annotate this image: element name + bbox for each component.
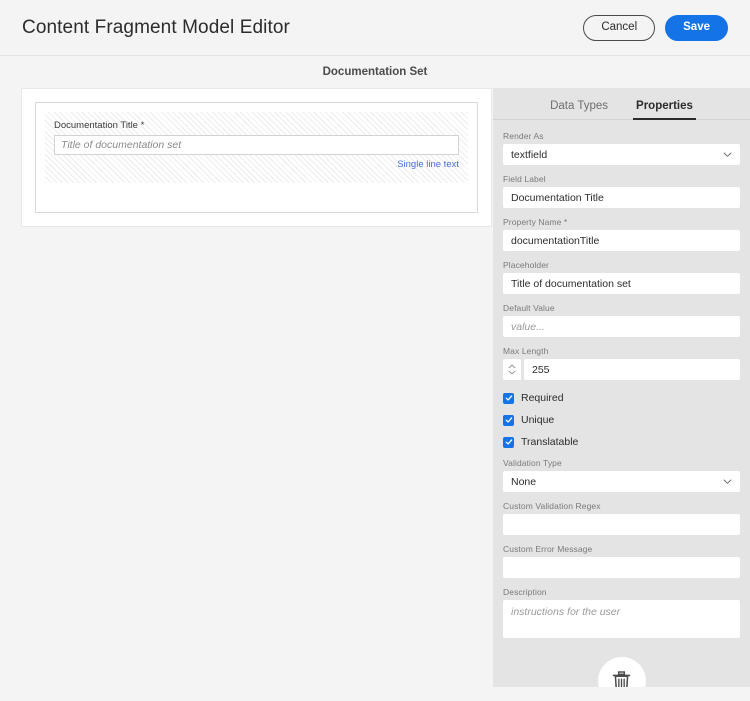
- properties-form: Render As textfield Field Label Document…: [493, 120, 750, 687]
- canvas-column: Documentation Title * Title of documenta…: [0, 88, 493, 701]
- custom-error-message-group: Custom Error Message: [503, 544, 740, 578]
- header-actions: Cancel Save: [583, 14, 728, 41]
- field-label-label: Field Label: [503, 174, 546, 184]
- delete-zone: [503, 647, 740, 687]
- render-as-label: Render As: [503, 131, 544, 141]
- save-button[interactable]: Save: [665, 14, 728, 41]
- custom-error-message-input[interactable]: [503, 557, 740, 578]
- field-drop-zone[interactable]: Documentation Title * Title of documenta…: [35, 102, 478, 213]
- checkbox-translatable-label: Translatable: [521, 436, 579, 448]
- validation-type-value: None: [511, 475, 537, 488]
- max-length-input[interactable]: 255: [524, 359, 740, 380]
- checkmark-icon[interactable]: [503, 392, 514, 404]
- custom-error-message-label: Custom Error Message: [503, 544, 593, 554]
- default-value-label: Default Value: [503, 303, 555, 313]
- render-as-group: Render As textfield: [503, 131, 740, 165]
- property-name-input[interactable]: documentationTitle: [503, 230, 740, 251]
- custom-validation-regex-input[interactable]: [503, 514, 740, 535]
- checkmark-icon[interactable]: [503, 436, 514, 448]
- validation-type-select[interactable]: None: [503, 471, 740, 492]
- max-length-label: Max Length: [503, 346, 549, 356]
- max-length-group: Max Length 255: [503, 346, 740, 380]
- checkbox-unique-label: Unique: [521, 414, 555, 426]
- checkbox-required-label: Required: [521, 392, 564, 404]
- placeholder-input[interactable]: Title of documentation set: [503, 273, 740, 294]
- chevron-down-icon[interactable]: [508, 370, 516, 375]
- custom-validation-regex-label: Custom Validation Regex: [503, 501, 601, 511]
- custom-validation-regex-group: Custom Validation Regex: [503, 501, 740, 535]
- canvas-field-type-row: Single line text: [54, 159, 459, 170]
- checkbox-required[interactable]: Required: [503, 392, 740, 404]
- render-as-select[interactable]: textfield: [503, 144, 740, 165]
- render-as-value: textfield: [511, 148, 548, 161]
- checkbox-translatable[interactable]: Translatable: [503, 436, 740, 448]
- canvas-field-input[interactable]: Title of documentation set: [54, 135, 459, 155]
- model-card: Documentation Title * Title of documenta…: [21, 88, 492, 227]
- validation-type-group: Validation Type None: [503, 458, 740, 492]
- description-group: Description instructions for the user: [503, 587, 740, 638]
- field-label-group: Field Label Documentation Title: [503, 174, 740, 208]
- page-title: Content Fragment Model Editor: [22, 16, 290, 38]
- placeholder-label: Placeholder: [503, 260, 549, 270]
- field-label-input[interactable]: Documentation Title: [503, 187, 740, 208]
- placeholder-group: Placeholder Title of documentation set: [503, 260, 740, 294]
- cancel-button[interactable]: Cancel: [583, 14, 656, 41]
- property-name-label: Property Name *: [503, 217, 568, 227]
- canvas-field-label: Documentation Title *: [54, 120, 145, 131]
- model-name: Documentation Set: [322, 66, 428, 78]
- chevron-up-icon[interactable]: [508, 364, 516, 369]
- validation-type-label: Validation Type: [503, 458, 562, 468]
- app-header: Content Fragment Model Editor Cancel Sav…: [0, 0, 750, 56]
- checkbox-unique[interactable]: Unique: [503, 414, 740, 426]
- panel-tabs: Data Types Properties: [493, 88, 750, 120]
- trash-icon: [612, 670, 631, 687]
- default-value-group: Default Value value...: [503, 303, 740, 337]
- max-length-stepper-row: 255: [503, 359, 740, 380]
- description-input[interactable]: instructions for the user: [503, 600, 740, 638]
- model-name-bar: Documentation Set: [0, 56, 750, 88]
- properties-panel: Data Types Properties Render As textfiel…: [493, 88, 750, 687]
- chevron-down-icon: [723, 150, 732, 159]
- tab-data-types[interactable]: Data Types: [547, 100, 611, 119]
- default-value-input[interactable]: value...: [503, 316, 740, 337]
- checkmark-icon[interactable]: [503, 414, 514, 426]
- property-name-group: Property Name * documentationTitle: [503, 217, 740, 251]
- quantity-stepper[interactable]: [503, 359, 521, 380]
- field-hatch-area[interactable]: Documentation Title * Title of documenta…: [45, 112, 468, 183]
- field-type-link[interactable]: Single line text: [397, 159, 459, 170]
- delete-field-button[interactable]: [597, 657, 646, 687]
- workspace: Documentation Title * Title of documenta…: [0, 88, 750, 701]
- description-label: Description: [503, 587, 547, 597]
- chevron-down-icon: [723, 477, 732, 486]
- tab-properties[interactable]: Properties: [633, 100, 696, 120]
